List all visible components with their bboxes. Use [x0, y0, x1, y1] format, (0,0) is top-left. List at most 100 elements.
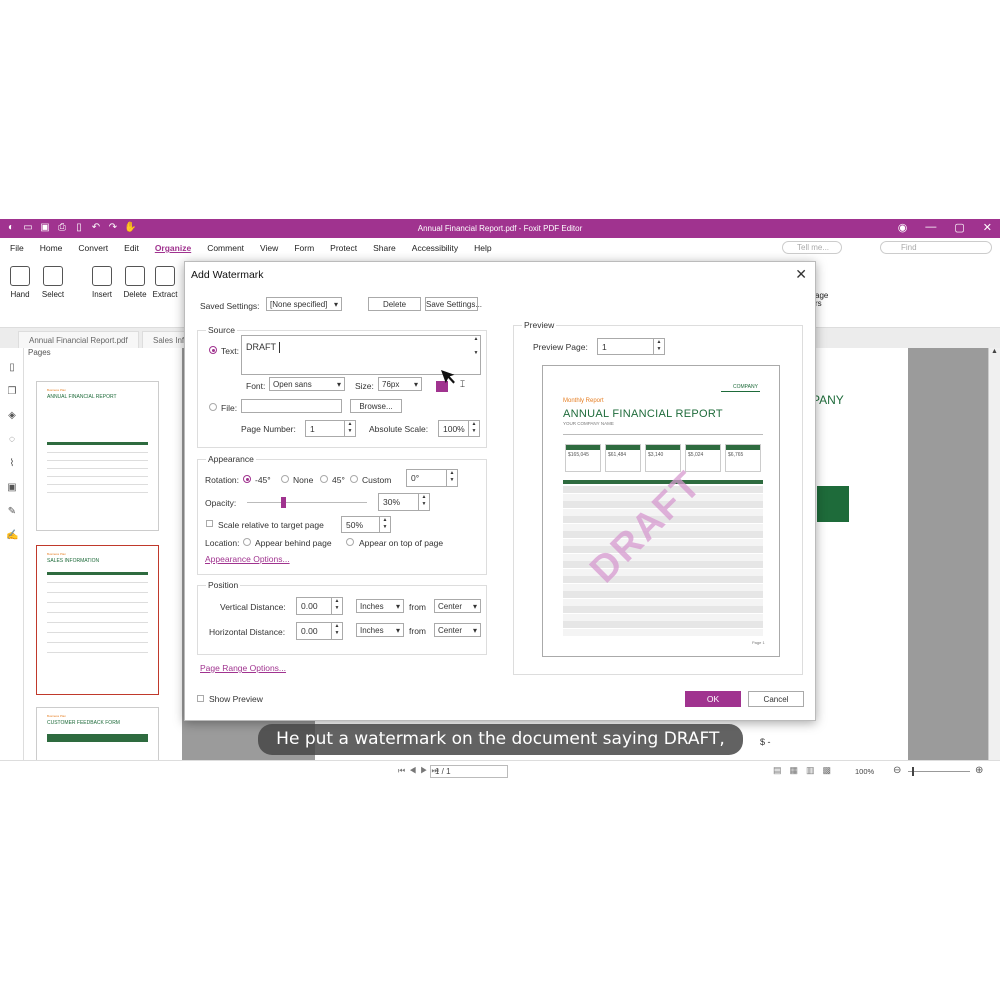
page-thumbnail-selected[interactable]: Business Plan SALES INFORMATION: [36, 545, 159, 695]
insert-button[interactable]: Insert: [84, 266, 120, 299]
minimize-button[interactable]: —: [925, 221, 936, 234]
browse-button[interactable]: Browse...: [350, 399, 402, 413]
page-thumbnail[interactable]: Business Plan CUSTOMER FEEDBACK FORM: [36, 707, 159, 767]
page-range-options-link[interactable]: Page Range Options...: [200, 663, 286, 673]
show-preview-checkbox[interactable]: [197, 695, 204, 702]
source-group-title: Source: [206, 325, 237, 335]
saved-settings-select[interactable]: [None specified]: [266, 297, 342, 311]
attachment-icon[interactable]: ⌇: [6, 458, 18, 470]
text-source-label: Text:: [221, 346, 239, 356]
menu-share[interactable]: Share: [373, 243, 396, 253]
menu-help[interactable]: Help: [474, 243, 491, 253]
text-source-radio[interactable]: [209, 346, 217, 354]
dialog-close-icon[interactable]: ✕: [795, 266, 807, 283]
preview-page-spinner[interactable]: ▲ ▼: [653, 339, 664, 354]
file-source-radio[interactable]: [209, 403, 217, 411]
menu-protect[interactable]: Protect: [330, 243, 357, 253]
page-number-field[interactable]: 1 / 1: [430, 765, 508, 778]
vertical-distance-input[interactable]: 0.00 ▲ ▼: [296, 597, 343, 615]
font-select[interactable]: Open sans: [269, 377, 345, 391]
appear-on-top-radio[interactable]: [346, 538, 354, 546]
ok-button[interactable]: OK: [685, 691, 741, 707]
select-button[interactable]: Select: [35, 266, 71, 299]
security-icon[interactable]: ▣: [6, 482, 18, 494]
preview-page-input[interactable]: 1 ▲ ▼: [597, 338, 665, 355]
menu-form[interactable]: Form: [294, 243, 314, 253]
custom-rotation-spinner[interactable]: ▲ ▼: [446, 470, 457, 486]
single-page-icon[interactable]: ▤: [773, 765, 782, 776]
insert-icon: [92, 266, 112, 286]
menu-view[interactable]: View: [260, 243, 278, 253]
page-thumbnail[interactable]: Business Plan ANNUAL FINANCIAL REPORT: [36, 381, 159, 531]
signature-icon[interactable]: ✎: [6, 506, 18, 518]
appear-behind-label: Appear behind page: [255, 538, 332, 548]
scale-relative-checkbox[interactable]: [206, 520, 213, 527]
bookmark-icon[interactable]: ▯: [6, 362, 18, 374]
watermark-text-input[interactable]: DRAFT ▲ ▼: [241, 335, 481, 375]
zoom-out-icon[interactable]: ⊖: [893, 765, 901, 776]
menu-comment[interactable]: Comment: [207, 243, 244, 253]
zoom-slider[interactable]: [908, 771, 970, 772]
opacity-input[interactable]: 30% ▲ ▼: [378, 493, 430, 511]
vertical-unit-select[interactable]: Inches: [356, 599, 404, 613]
size-select[interactable]: 76px: [378, 377, 422, 391]
pages-icon[interactable]: ❐: [6, 386, 18, 398]
preview-table-row: [563, 621, 763, 628]
page-number-label: Page Number:: [241, 424, 296, 434]
absolute-scale-spinner[interactable]: ▲ ▼: [468, 421, 479, 436]
page-number-spinner[interactable]: ▲ ▼: [344, 421, 355, 436]
horizontal-from-select[interactable]: Center: [434, 623, 481, 637]
maximize-button[interactable]: ▢: [954, 221, 964, 234]
continuous-page-icon[interactable]: ▦: [790, 765, 799, 776]
absolute-scale-input[interactable]: 100% ▲ ▼: [438, 420, 480, 437]
vertical-scrollbar[interactable]: ▲: [988, 348, 1000, 760]
cancel-button[interactable]: Cancel: [748, 691, 804, 707]
custom-rotation-input[interactable]: 0° ▲ ▼: [406, 469, 458, 487]
comments-icon[interactable]: ◌: [6, 434, 18, 446]
select-label: Select: [41, 290, 65, 299]
scale-relative-spinner[interactable]: ▲ ▼: [379, 517, 390, 532]
rotation-none-radio[interactable]: [281, 475, 289, 483]
delete-settings-button[interactable]: Delete: [368, 297, 421, 311]
layers-icon[interactable]: ◈: [6, 410, 18, 422]
menu-organize[interactable]: Organize: [155, 243, 191, 253]
rotation-minus45-radio[interactable]: [243, 475, 251, 483]
horizontal-distance-spinner[interactable]: ▲ ▼: [331, 623, 342, 639]
page-number-input[interactable]: 1 ▲ ▼: [305, 420, 356, 437]
menu-edit[interactable]: Edit: [124, 243, 139, 253]
tell-me-input[interactable]: Tell me...: [782, 241, 842, 254]
menu-convert[interactable]: Convert: [78, 243, 108, 253]
horizontal-distance-input[interactable]: 0.00 ▲ ▼: [296, 622, 343, 640]
appear-behind-radio[interactable]: [243, 538, 251, 546]
zoom-in-icon[interactable]: ⊕: [975, 765, 983, 776]
horizontal-unit-select[interactable]: Inches: [356, 623, 404, 637]
facing-page-icon[interactable]: ▥: [806, 765, 815, 776]
save-settings-button[interactable]: Save Settings...: [425, 297, 482, 311]
hand-button[interactable]: Hand: [2, 266, 38, 299]
vertical-distance-spinner[interactable]: ▲ ▼: [331, 598, 342, 614]
appearance-options-link[interactable]: Appearance Options...: [205, 554, 290, 564]
file-path-input[interactable]: [241, 399, 342, 413]
zoom-slider-handle[interactable]: [912, 767, 914, 776]
vertical-from-select[interactable]: Center: [434, 599, 481, 613]
zoom-level[interactable]: 100%: [855, 767, 874, 776]
opacity-spinner[interactable]: ▲ ▼: [418, 494, 429, 510]
close-button[interactable]: ✕: [983, 221, 992, 234]
extract-button[interactable]: Extract: [147, 266, 183, 299]
tab-annual-report[interactable]: Annual Financial Report.pdf: [18, 331, 139, 348]
menu-accessibility[interactable]: Accessibility: [412, 243, 458, 253]
text-scroll-arrows[interactable]: ▲ ▼: [472, 336, 480, 374]
opacity-slider-handle[interactable]: [281, 497, 286, 508]
continuous-facing-icon[interactable]: ▩: [823, 765, 832, 776]
scale-relative-input[interactable]: 50% ▲ ▼: [341, 516, 391, 533]
opacity-slider-track[interactable]: [247, 502, 367, 503]
find-input[interactable]: Find: [880, 241, 992, 254]
preview-table-row: [563, 613, 763, 621]
rotation-custom-radio[interactable]: [350, 475, 358, 483]
ribbon-partial-label[interactable]: age rs: [815, 292, 828, 308]
menu-home[interactable]: Home: [40, 243, 63, 253]
menu-file[interactable]: File: [10, 243, 24, 253]
rotation-45-radio[interactable]: [320, 475, 328, 483]
account-icon[interactable]: ◉: [898, 221, 908, 234]
fill-sign-icon[interactable]: ✍: [6, 530, 18, 542]
